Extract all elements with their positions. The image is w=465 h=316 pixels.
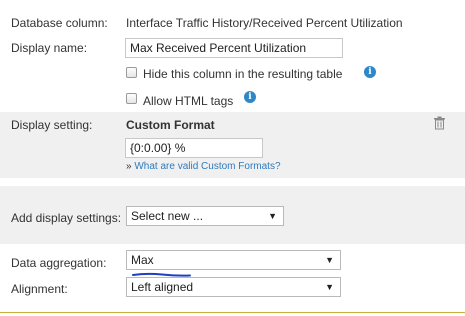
data-aggregation-label: Data aggregation:	[11, 256, 107, 270]
custom-format-help-link[interactable]: » What are valid Custom Formats?	[126, 161, 281, 172]
add-display-settings-label: Add display settings:	[11, 211, 122, 225]
info-icon[interactable]: i	[364, 66, 376, 78]
bottom-divider	[0, 312, 465, 313]
link-arrow: »	[126, 161, 132, 172]
display-name-label: Display name:	[11, 41, 88, 55]
hide-column-checkbox[interactable]	[126, 67, 137, 78]
database-column-value: Interface Traffic History/Received Perce…	[126, 16, 403, 30]
allow-html-checkbox[interactable]	[126, 93, 137, 104]
chevron-down-icon: ▼	[325, 282, 334, 292]
data-aggregation-value: Max	[131, 253, 154, 267]
info-icon[interactable]: i	[244, 91, 256, 103]
database-column-label: Database column:	[11, 16, 108, 30]
trash-icon[interactable]	[433, 116, 446, 130]
custom-format-title: Custom Format	[126, 118, 215, 132]
allow-html-label: Allow HTML tags	[143, 94, 234, 108]
custom-format-help-text: What are valid Custom Formats?	[134, 161, 281, 172]
display-setting-label: Display setting:	[11, 118, 93, 132]
alignment-value: Left aligned	[131, 280, 194, 294]
display-name-input[interactable]: Max Received Percent Utilization	[125, 38, 343, 58]
add-display-settings-value: Select new ...	[131, 209, 204, 223]
custom-format-input[interactable]: {0:0.00} %	[125, 138, 263, 158]
annotation-underline	[132, 268, 192, 277]
alignment-select[interactable]: Left aligned ▼	[126, 277, 341, 297]
chevron-down-icon: ▼	[325, 255, 334, 265]
alignment-label: Alignment:	[11, 282, 68, 296]
chevron-down-icon: ▼	[268, 211, 277, 221]
hide-column-label: Hide this column in the resulting table	[143, 67, 343, 81]
data-aggregation-select[interactable]: Max ▼	[126, 250, 341, 270]
add-display-settings-select[interactable]: Select new ... ▼	[126, 206, 284, 226]
